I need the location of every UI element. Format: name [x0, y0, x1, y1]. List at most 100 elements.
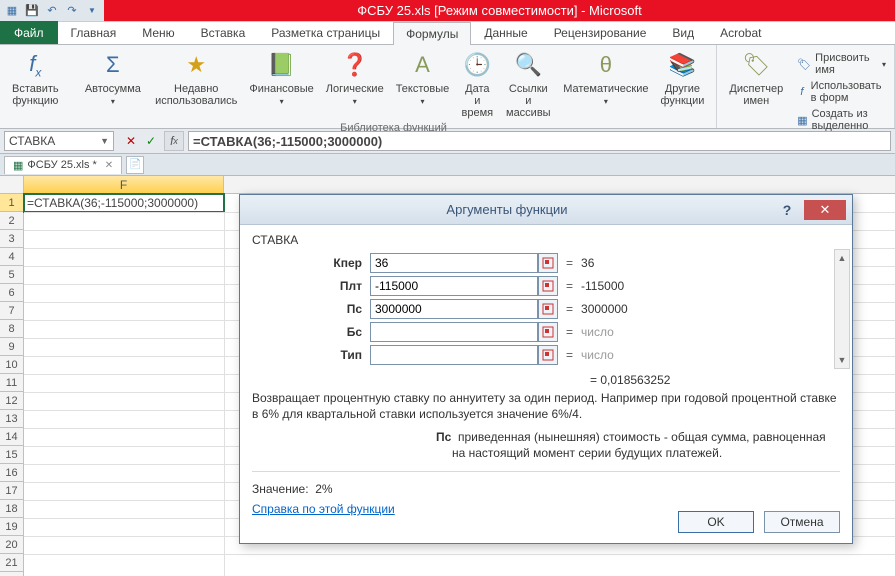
cell-f1[interactable]: =СТАВКА(36;-115000;3000000): [24, 194, 224, 212]
document-tab[interactable]: ▦ ФСБУ 25.xls * ✕: [4, 156, 122, 174]
name-manager-button[interactable]: 🏷 Диспетчер имен: [723, 47, 789, 109]
dialog-help-button[interactable]: ?: [774, 200, 800, 220]
range-picker-button[interactable]: [538, 276, 558, 296]
function-name-label: СТАВКА: [252, 233, 840, 247]
row-header[interactable]: 3: [0, 230, 23, 248]
autosum-button[interactable]: Σ Автосумма ▾: [77, 47, 149, 109]
value-row: Значение: 2%: [252, 482, 840, 496]
row-header[interactable]: 11: [0, 374, 23, 392]
arg-row-kper: Кпер =36: [252, 253, 840, 273]
scroll-up-icon[interactable]: ▲: [835, 250, 849, 266]
row-header[interactable]: 9: [0, 338, 23, 356]
row-header[interactable]: 12: [0, 392, 23, 410]
lookup-button[interactable]: 🔍 Ссылки и массивы: [499, 47, 557, 121]
qat-dropdown-icon[interactable]: ▼: [84, 3, 100, 19]
tab-page-layout[interactable]: Разметка страницы: [258, 21, 393, 44]
arg-row-tip: Тип =число: [252, 345, 840, 365]
use-in-formula-button[interactable]: fИспользовать в форм: [795, 79, 888, 105]
datetime-button[interactable]: 🕒 Дата и время: [455, 47, 499, 121]
row-header[interactable]: 19: [0, 518, 23, 536]
document-tabs: ▦ ФСБУ 25.xls * ✕ 📄: [0, 154, 895, 176]
range-picker-button[interactable]: [538, 345, 558, 365]
fx-small-icon: f: [797, 85, 806, 99]
tab-view[interactable]: Вид: [659, 21, 707, 44]
tab-data[interactable]: Данные: [471, 21, 540, 44]
tab-insert[interactable]: Вставка: [188, 21, 259, 44]
file-tab[interactable]: Файл: [0, 21, 58, 44]
row-header[interactable]: 5: [0, 266, 23, 284]
row-header[interactable]: 21: [0, 554, 23, 572]
arg-row-plt: Плт =-115000: [252, 276, 840, 296]
row-header[interactable]: 20: [0, 536, 23, 554]
theta-icon: θ: [590, 49, 622, 81]
row-header[interactable]: 17: [0, 482, 23, 500]
row-header[interactable]: 14: [0, 428, 23, 446]
arg-input-kper[interactable]: [370, 253, 538, 273]
chevron-down-icon[interactable]: ▼: [100, 136, 109, 146]
excel-doc-icon: ▦: [13, 159, 23, 172]
fx-button[interactable]: fx: [164, 131, 184, 151]
function-help-link[interactable]: Справка по этой функции: [252, 502, 395, 516]
row-header[interactable]: 6: [0, 284, 23, 302]
row-header[interactable]: 15: [0, 446, 23, 464]
ok-button[interactable]: OK: [678, 511, 754, 533]
save-icon[interactable]: 💾: [24, 3, 40, 19]
assign-name-button[interactable]: 🏷Присвоить имя ▾: [795, 51, 888, 77]
create-from-selection-button[interactable]: ▦Создать из выделенно: [795, 107, 888, 133]
args-scrollbar[interactable]: ▲ ▼: [834, 249, 850, 369]
star-icon: ★: [180, 49, 212, 81]
insert-function-button[interactable]: fx Вставить функцию: [6, 47, 65, 109]
cancel-formula-button[interactable]: ✕: [122, 132, 140, 150]
range-picker-button[interactable]: [538, 299, 558, 319]
accept-formula-button[interactable]: ✓: [142, 132, 160, 150]
tab-formulas[interactable]: Формулы: [393, 22, 471, 45]
name-box[interactable]: СТАВКА ▼: [4, 131, 114, 151]
tab-acrobat[interactable]: Acrobat: [707, 21, 774, 44]
arg-input-tip[interactable]: [370, 345, 538, 365]
arg-input-plt[interactable]: [370, 276, 538, 296]
redo-icon[interactable]: ↷: [64, 3, 80, 19]
ribbon: fx Вставить функцию Σ Автосумма ▾ ★ Неда…: [0, 45, 895, 129]
quick-access-toolbar: ▦ 💾 ↶ ↷ ▼: [0, 0, 104, 21]
cancel-button[interactable]: Отмена: [764, 511, 840, 533]
tab-home[interactable]: Главная: [58, 21, 130, 44]
row-header[interactable]: 7: [0, 302, 23, 320]
formula-result: = 0,018563252: [252, 373, 840, 387]
recently-used-button[interactable]: ★ Недавно использовались: [149, 47, 243, 109]
text-button[interactable]: A Текстовые▾: [390, 47, 456, 109]
column-headers: F: [24, 176, 895, 194]
scroll-down-icon[interactable]: ▼: [835, 352, 849, 368]
dialog-titlebar[interactable]: Аргументы функции ? ✕: [240, 195, 852, 225]
arg-input-bs[interactable]: [370, 322, 538, 342]
logical-button[interactable]: ❓ Логические▾: [320, 47, 390, 109]
undo-icon[interactable]: ↶: [44, 3, 60, 19]
new-doc-button[interactable]: 📄: [126, 156, 144, 174]
more-functions-button[interactable]: 📚 Другие функции: [654, 47, 710, 109]
row-header[interactable]: 4: [0, 248, 23, 266]
close-tab-icon[interactable]: ✕: [105, 160, 113, 171]
row-header[interactable]: 10: [0, 356, 23, 374]
function-description: Возвращает процентную ставку по аннуитет…: [252, 391, 840, 422]
row-header[interactable]: 18: [0, 500, 23, 518]
formula-input[interactable]: =СТАВКА(36;-115000;3000000): [188, 131, 891, 151]
arg-row-ps: Пс =3000000: [252, 299, 840, 319]
book-icon: 📗: [266, 49, 298, 81]
arg-row-bs: Бс =число: [252, 322, 840, 342]
range-picker-button[interactable]: [538, 322, 558, 342]
column-header-f[interactable]: F: [24, 176, 224, 194]
clock-icon: 🕒: [461, 49, 493, 81]
row-header[interactable]: 2: [0, 212, 23, 230]
row-header[interactable]: 13: [0, 410, 23, 428]
dialog-close-button[interactable]: ✕: [804, 200, 846, 220]
row-header[interactable]: 16: [0, 464, 23, 482]
math-button[interactable]: θ Математические▾: [557, 47, 654, 109]
arg-input-ps[interactable]: [370, 299, 538, 319]
range-picker-button[interactable]: [538, 253, 558, 273]
ribbon-tabs: Файл Главная Меню Вставка Разметка стран…: [0, 22, 895, 45]
tab-menu[interactable]: Меню: [129, 21, 187, 44]
row-header[interactable]: 8: [0, 320, 23, 338]
row-header-1[interactable]: 1: [0, 194, 23, 212]
select-all-corner[interactable]: [0, 176, 24, 194]
financial-button[interactable]: 📗 Финансовые▾: [243, 47, 319, 109]
tab-review[interactable]: Рецензирование: [541, 21, 660, 44]
